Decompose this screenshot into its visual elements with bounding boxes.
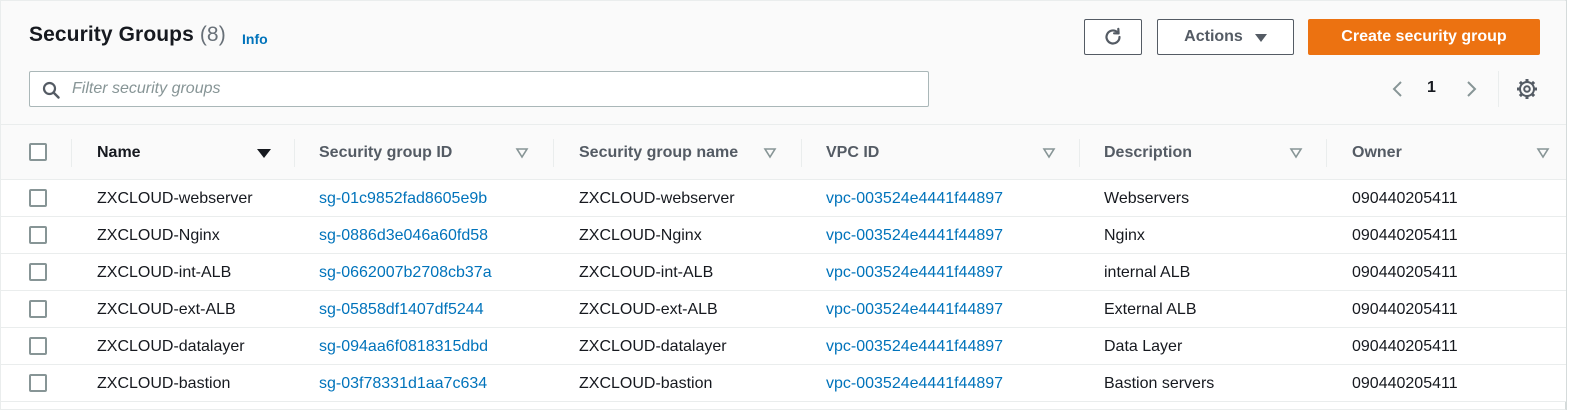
column-header-vpc-id[interactable]: VPC ID <box>826 125 879 180</box>
column-separator <box>71 139 72 167</box>
cell-security-group-name: ZXCLOUD-int-ALB <box>579 263 714 281</box>
row-checkbox[interactable] <box>29 300 47 318</box>
cell-description: Data Layer <box>1104 337 1183 355</box>
cell-security-group-id-link[interactable]: sg-094aa6f0818315dbd <box>319 328 488 365</box>
row-checkbox[interactable] <box>29 226 47 244</box>
column-header-security-group-name[interactable]: Security group name <box>579 125 738 180</box>
cell-name: ZXCLOUD-datalayer <box>97 337 245 355</box>
security-group-count: (8) <box>199 23 226 46</box>
page-title-text: Security Groups <box>29 23 194 46</box>
cell-vpc-id-link[interactable]: vpc-003524e4441f44897 <box>826 328 1003 365</box>
table-row[interactable]: ZXCLOUD-Nginx sg-0886d3e046a60fd58 ZXCLO… <box>1 217 1567 254</box>
gear-icon[interactable] <box>1516 78 1538 100</box>
cell-security-group-name: ZXCLOUD-ext-ALB <box>579 300 718 318</box>
search-icon <box>42 81 60 99</box>
cell-owner: 090440205411 <box>1352 189 1458 207</box>
table-row[interactable]: ZXCLOUD-webserver sg-01c9852fad8605e9b Z… <box>1 180 1567 217</box>
column-header-security-group-id[interactable]: Security group ID <box>319 125 452 180</box>
cell-owner: 090440205411 <box>1352 300 1458 318</box>
cell-security-group-name: ZXCLOUD-webserver <box>579 189 735 207</box>
cell-security-group-id-link[interactable]: sg-03f78331d1aa7c634 <box>319 365 487 402</box>
cell-description: Webservers <box>1104 189 1190 207</box>
cell-name: ZXCLOUD-webserver <box>97 189 253 207</box>
page-title: Security Groups (8) <box>29 23 226 47</box>
filter-input[interactable] <box>72 72 912 106</box>
chevron-right-icon[interactable] <box>1463 79 1479 99</box>
caret-down-icon <box>1254 34 1267 42</box>
table-column-header-row: Name Security group ID Security group na… <box>1 125 1567 180</box>
cell-owner: 090440205411 <box>1352 374 1458 392</box>
cell-description: Nginx <box>1104 226 1145 244</box>
table-header-bar: Security Groups (8) Info Actions Create … <box>1 1 1567 125</box>
cell-vpc-id-link[interactable]: vpc-003524e4441f44897 <box>826 365 1003 402</box>
sort-descending-icon[interactable] <box>257 147 271 159</box>
select-all-checkbox[interactable] <box>29 143 47 161</box>
cell-security-group-id-link[interactable]: sg-05858df1407df5244 <box>319 291 484 328</box>
cell-name: ZXCLOUD-ext-ALB <box>97 300 236 318</box>
current-page-number[interactable]: 1 <box>1427 79 1436 97</box>
create-security-group-button[interactable]: Create security group <box>1308 19 1540 55</box>
cell-security-group-name: ZXCLOUD-bastion <box>579 374 713 392</box>
cell-security-group-name: ZXCLOUD-datalayer <box>579 337 727 355</box>
cell-name: ZXCLOUD-bastion <box>97 374 231 392</box>
info-link[interactable]: Info <box>242 31 268 47</box>
cell-owner: 090440205411 <box>1352 226 1458 244</box>
sort-icon[interactable] <box>515 147 529 159</box>
chevron-left-icon[interactable] <box>1390 79 1406 99</box>
row-checkbox[interactable] <box>29 374 47 392</box>
cell-security-group-id-link[interactable]: sg-0886d3e046a60fd58 <box>319 217 488 254</box>
cell-owner: 090440205411 <box>1352 263 1458 281</box>
column-separator <box>553 139 554 167</box>
column-header-name[interactable]: Name <box>97 125 141 180</box>
page-gutter <box>1566 0 1586 410</box>
cell-name: ZXCLOUD-Nginx <box>97 226 220 244</box>
cell-vpc-id-link[interactable]: vpc-003524e4441f44897 <box>826 217 1003 254</box>
security-groups-panel: Security Groups (8) Info Actions Create … <box>0 0 1567 410</box>
cell-description: External ALB <box>1104 300 1197 318</box>
sort-icon[interactable] <box>1042 147 1056 159</box>
table-row[interactable]: ZXCLOUD-int-ALB sg-0662007b2708cb37a ZXC… <box>1 254 1567 291</box>
cell-owner: 090440205411 <box>1352 337 1458 355</box>
actions-label: Actions <box>1184 28 1243 45</box>
table-row[interactable]: ZXCLOUD-datalayer sg-094aa6f0818315dbd Z… <box>1 328 1567 365</box>
row-checkbox[interactable] <box>29 189 47 207</box>
cell-name: ZXCLOUD-int-ALB <box>97 263 232 281</box>
cell-vpc-id-link[interactable]: vpc-003524e4441f44897 <box>826 254 1003 291</box>
filter-search-box[interactable] <box>29 71 929 107</box>
column-separator <box>1326 139 1327 167</box>
sort-icon[interactable] <box>1536 147 1550 159</box>
table-row[interactable]: ZXCLOUD-bastion sg-03f78331d1aa7c634 ZXC… <box>1 365 1567 402</box>
row-checkbox[interactable] <box>29 263 47 281</box>
pagination-divider <box>1498 71 1499 107</box>
cell-security-group-name: ZXCLOUD-Nginx <box>579 226 702 244</box>
row-checkbox[interactable] <box>29 337 47 355</box>
column-separator <box>1079 139 1080 167</box>
column-header-owner[interactable]: Owner <box>1352 125 1402 180</box>
refresh-icon <box>1105 27 1121 45</box>
column-separator <box>294 139 295 167</box>
sort-icon[interactable] <box>763 147 777 159</box>
column-separator <box>801 139 802 167</box>
cell-security-group-id-link[interactable]: sg-0662007b2708cb37a <box>319 254 492 291</box>
actions-dropdown-button[interactable]: Actions <box>1157 19 1294 55</box>
refresh-button[interactable] <box>1084 19 1142 55</box>
cell-vpc-id-link[interactable]: vpc-003524e4441f44897 <box>826 180 1003 217</box>
cell-vpc-id-link[interactable]: vpc-003524e4441f44897 <box>826 291 1003 328</box>
sort-icon[interactable] <box>1289 147 1303 159</box>
cell-description: Bastion servers <box>1104 374 1215 392</box>
cell-security-group-id-link[interactable]: sg-01c9852fad8605e9b <box>319 180 487 217</box>
table-row[interactable]: ZXCLOUD-ext-ALB sg-05858df1407df5244 ZXC… <box>1 291 1567 328</box>
cell-description: internal ALB <box>1104 263 1191 281</box>
column-header-description[interactable]: Description <box>1104 125 1192 180</box>
